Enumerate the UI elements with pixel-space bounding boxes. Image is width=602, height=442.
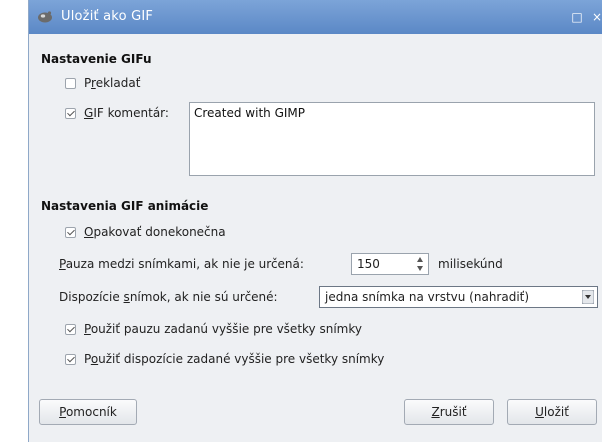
frame-disposal-label: Dispozície snímok, ak nie sú určené:: [59, 290, 278, 304]
loop-forever-checkbox-row[interactable]: Opakovať donekonečna: [65, 225, 226, 239]
help-button[interactable]: Pomocník: [39, 399, 137, 425]
loop-forever-checkbox[interactable]: [65, 226, 76, 238]
use-disposal-all-label: Použiť dispozície zadané vyššie pre všet…: [84, 352, 385, 366]
dropdown-arrow-icon[interactable]: [582, 290, 594, 304]
gif-comment-label: GIF komentár:: [84, 106, 169, 120]
animation-settings-heading: Nastavenia GIF animácie: [41, 199, 209, 213]
window-title: Uložiť ako GIF: [61, 9, 154, 24]
use-delay-all-checkbox[interactable]: [65, 323, 76, 335]
close-icon[interactable]: ×: [590, 10, 602, 24]
title-bar[interactable]: Uložiť ako GIF □ ×: [29, 0, 602, 34]
maximize-icon[interactable]: □: [570, 10, 584, 24]
frame-delay-unit: milisekúnd: [438, 257, 503, 271]
gif-comment-checkbox[interactable]: [65, 107, 76, 119]
gif-comment-textarea[interactable]: Created with GIMP: [189, 102, 595, 176]
loop-forever-label: Opakovať donekonečna: [84, 225, 226, 239]
interlace-label: Prekladať: [84, 76, 141, 90]
frame-disposal-select[interactable]: jedna snímka na vrstvu (nahradiť): [319, 286, 598, 308]
interlace-checkbox-row[interactable]: Prekladať: [65, 76, 140, 90]
gimp-app-icon: [38, 11, 52, 23]
use-disposal-all-checkbox[interactable]: [65, 353, 76, 365]
use-disposal-all-checkbox-row[interactable]: Použiť dispozície zadané vyššie pre všet…: [65, 352, 384, 366]
frame-delay-label: Pauza medzi snímkami, ak nie je určená:: [59, 257, 304, 271]
frame-delay-value[interactable]: 150: [357, 257, 380, 271]
cancel-button[interactable]: Zrušiť: [404, 399, 494, 425]
save-button[interactable]: Uložiť: [507, 399, 597, 425]
interlace-checkbox[interactable]: [65, 77, 76, 89]
save-as-gif-dialog: Uložiť ako GIF □ × Nastavenie GIFu Prekl…: [28, 0, 602, 442]
frame-delay-spinbutton[interactable]: 150: [351, 253, 429, 275]
use-delay-all-label: Použiť pauzu zadanú vyššie pre všetky sn…: [84, 322, 362, 336]
spin-arrows-icon[interactable]: [416, 256, 424, 272]
use-delay-all-checkbox-row[interactable]: Použiť pauzu zadanú vyššie pre všetky sn…: [65, 322, 362, 336]
gif-comment-checkbox-row[interactable]: GIF komentár:: [65, 106, 169, 120]
gif-settings-heading: Nastavenie GIFu: [41, 52, 152, 66]
frame-disposal-selected-value: jedna snímka na vrstvu (nahradiť): [325, 290, 530, 304]
